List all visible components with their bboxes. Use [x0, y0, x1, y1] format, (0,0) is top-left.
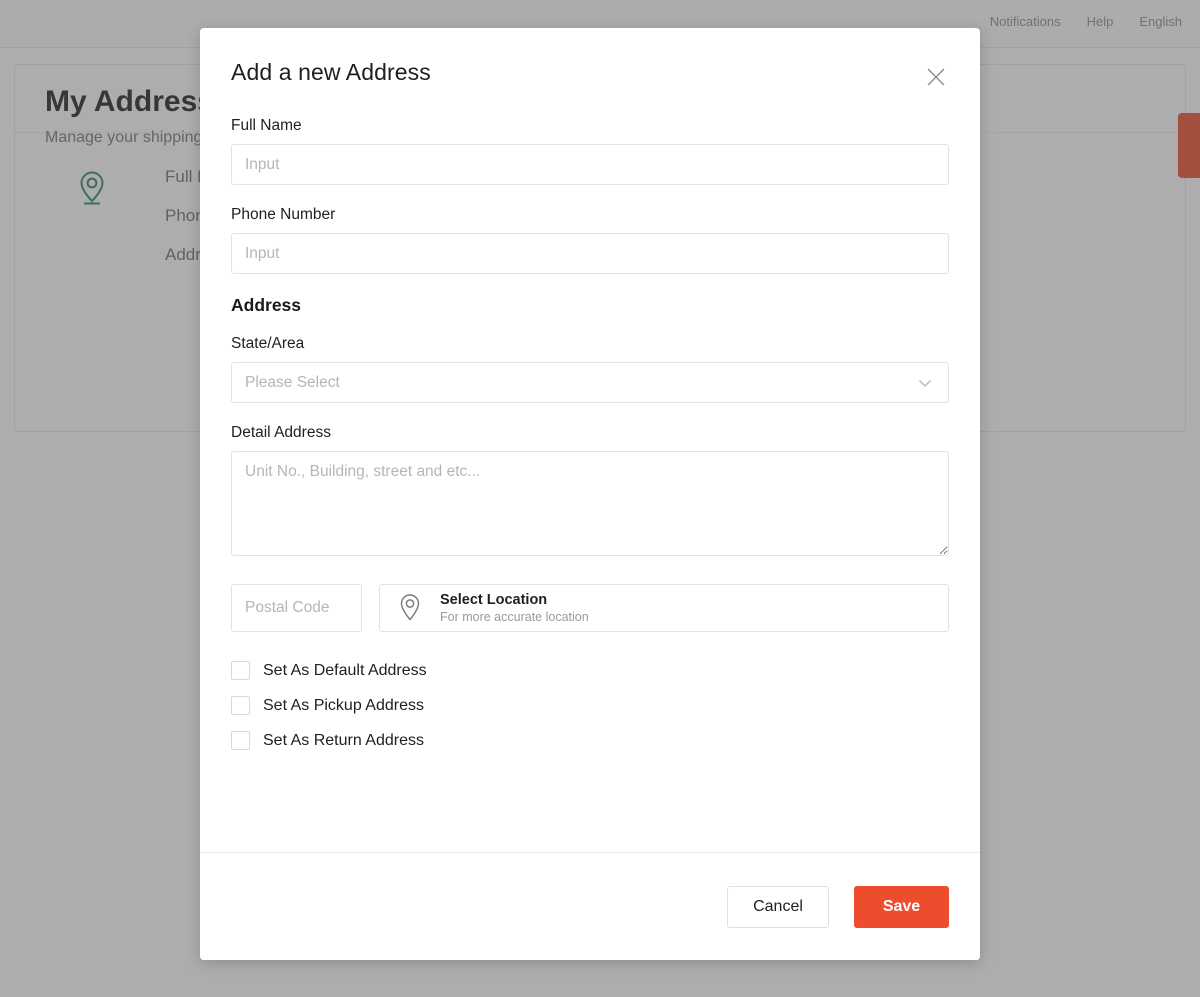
- state-area-field-block: State/Area: [231, 335, 949, 403]
- full-name-label: Full Name: [231, 117, 949, 135]
- select-location-texts: Select Location For more accurate locati…: [440, 592, 589, 624]
- pickup-address-checkbox-row[interactable]: Set As Pickup Address: [231, 696, 949, 715]
- add-address-modal: Add a new Address Full Name Phone Number…: [200, 28, 980, 960]
- postal-code-input[interactable]: [231, 584, 362, 632]
- modal-header: Add a new Address: [231, 60, 949, 90]
- detail-address-textarea[interactable]: [231, 451, 949, 556]
- postal-location-row: Select Location For more accurate locati…: [231, 584, 949, 632]
- cancel-button[interactable]: Cancel: [727, 886, 829, 928]
- detail-address-label: Detail Address: [231, 424, 949, 442]
- detail-address-field-block: Detail Address: [231, 424, 949, 556]
- default-address-label: Set As Default Address: [263, 662, 427, 680]
- select-location-subtitle: For more accurate location: [440, 610, 589, 624]
- return-address-checkbox[interactable]: [231, 731, 250, 750]
- full-name-field-block: Full Name: [231, 117, 949, 185]
- modal-title: Add a new Address: [231, 60, 431, 85]
- save-button[interactable]: Save: [854, 886, 949, 928]
- pickup-address-label: Set As Pickup Address: [263, 697, 424, 715]
- phone-number-label: Phone Number: [231, 206, 949, 224]
- select-location-button[interactable]: Select Location For more accurate locati…: [379, 584, 949, 632]
- address-section-label: Address: [231, 295, 949, 316]
- modal-body: Add a new Address Full Name Phone Number…: [200, 28, 980, 852]
- state-area-select-wrapper: [231, 362, 949, 403]
- state-area-label: State/Area: [231, 335, 949, 353]
- return-address-label: Set As Return Address: [263, 732, 424, 750]
- select-location-title: Select Location: [440, 592, 589, 608]
- full-name-input[interactable]: [231, 144, 949, 185]
- modal-footer: Cancel Save: [200, 852, 980, 960]
- location-pin-icon: [396, 592, 424, 624]
- default-address-checkbox[interactable]: [231, 661, 250, 680]
- pickup-address-checkbox[interactable]: [231, 696, 250, 715]
- phone-number-input[interactable]: [231, 233, 949, 274]
- phone-number-field-block: Phone Number: [231, 206, 949, 274]
- return-address-checkbox-row[interactable]: Set As Return Address: [231, 731, 949, 750]
- default-address-checkbox-row[interactable]: Set As Default Address: [231, 661, 949, 680]
- state-area-select[interactable]: [231, 362, 949, 403]
- close-icon[interactable]: [923, 64, 949, 90]
